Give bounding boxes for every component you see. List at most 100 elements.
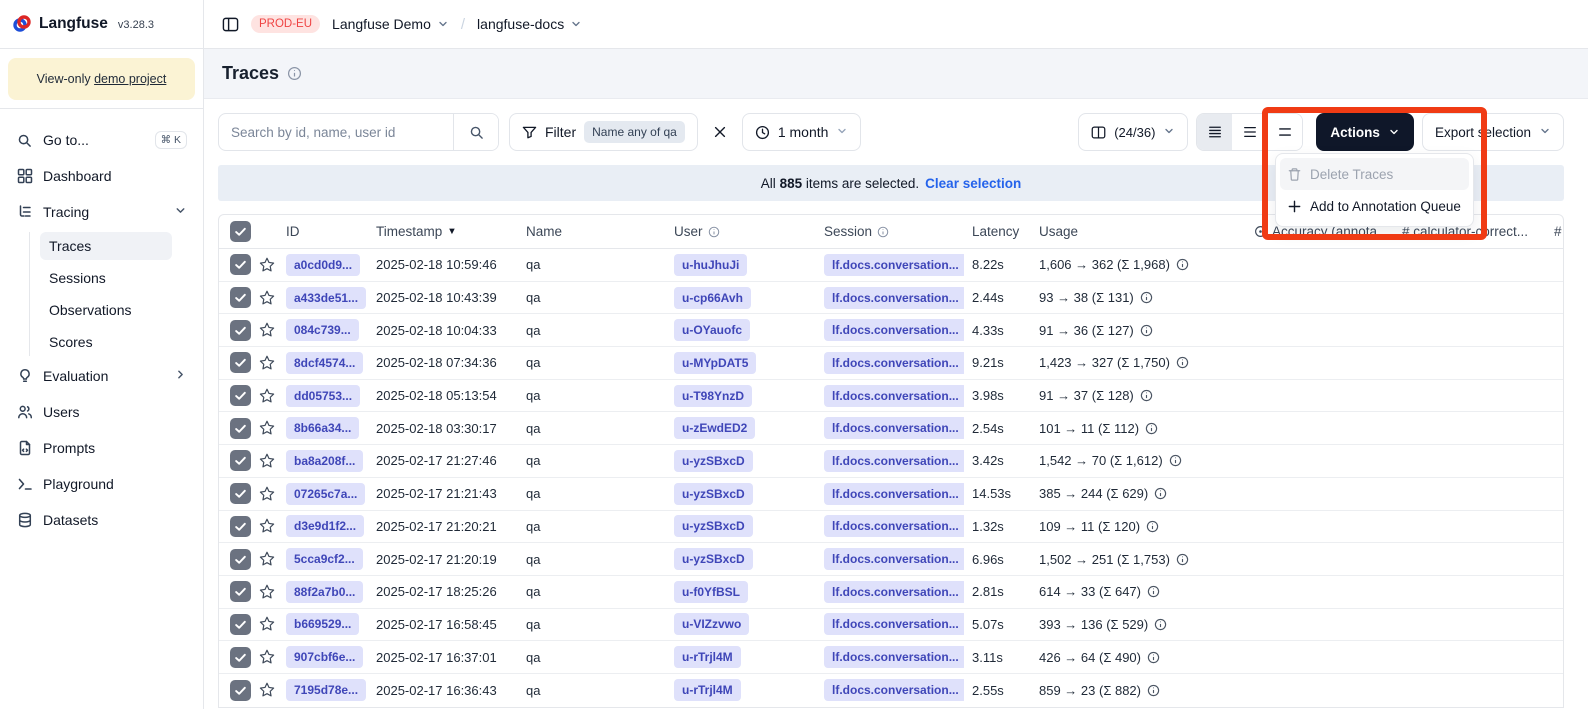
favorite-star-icon[interactable] [255, 387, 279, 405]
trace-id-badge[interactable]: b669529... [286, 613, 359, 635]
sidebar-item-users[interactable]: Users [8, 396, 195, 428]
export-selection-button[interactable]: Export selection [1422, 113, 1564, 151]
table-row[interactable]: 7195d78e... 2025-02-17 16:36:43 qa u-rTr… [219, 674, 1563, 707]
row-checkbox[interactable] [230, 320, 251, 341]
trace-id-badge[interactable]: dd05753... [286, 385, 360, 407]
user-badge[interactable]: u-rTrjl4M [674, 679, 741, 701]
header-extra[interactable]: # c [1546, 224, 1563, 239]
trace-id-badge[interactable]: 7195d78e... [286, 679, 366, 701]
row-checkbox[interactable] [230, 352, 251, 373]
user-badge[interactable]: u-huJhuJi [674, 254, 747, 276]
trace-id-badge[interactable]: 084c739... [286, 319, 359, 341]
row-checkbox[interactable] [230, 516, 251, 537]
header-session[interactable]: Session [816, 224, 964, 239]
table-row[interactable]: ba8a208f... 2025-02-17 21:27:46 qa u-yzS… [219, 445, 1563, 478]
actions-button[interactable]: Actions [1316, 113, 1414, 151]
trace-id-badge[interactable]: 8dcf4574... [286, 352, 363, 374]
sidebar-item-evaluation[interactable]: Evaluation [8, 360, 195, 392]
row-checkbox[interactable] [230, 680, 251, 701]
favorite-star-icon[interactable] [255, 452, 279, 470]
trace-id-badge[interactable]: a0cd0d9... [286, 254, 360, 276]
row-height-small-button[interactable] [1197, 114, 1232, 150]
row-checkbox[interactable] [230, 385, 251, 406]
user-badge[interactable]: u-yzSBxcD [674, 450, 753, 472]
sidebar-item-scores[interactable]: Scores [40, 328, 172, 356]
row-checkbox[interactable] [230, 647, 251, 668]
trace-id-badge[interactable]: 5cca9cf2... [286, 548, 363, 570]
table-row[interactable]: 084c739... 2025-02-18 10:04:33 qa u-OYau… [219, 314, 1563, 347]
header-latency[interactable]: Latency [964, 224, 1031, 239]
user-badge[interactable]: u-yzSBxcD [674, 548, 753, 570]
favorite-star-icon[interactable] [255, 681, 279, 699]
table-row[interactable]: a0cd0d9... 2025-02-18 10:59:46 qa u-huJh… [219, 249, 1563, 282]
session-badge[interactable]: lf.docs.conversation... [824, 352, 964, 374]
row-checkbox[interactable] [230, 418, 251, 439]
select-all-checkbox[interactable] [230, 221, 251, 242]
sidebar-toggle-icon[interactable] [222, 16, 239, 33]
sidebar-item-sessions[interactable]: Sessions [40, 264, 172, 292]
session-badge[interactable]: lf.docs.conversation... [824, 548, 964, 570]
menu-item-add-to-annotation-queue[interactable]: Add to Annotation Queue [1280, 190, 1469, 222]
session-badge[interactable]: lf.docs.conversation... [824, 319, 964, 341]
table-row[interactable]: 8b66a34... 2025-02-18 03:30:17 qa u-zEwd… [219, 412, 1563, 445]
trace-id-badge[interactable]: ba8a208f... [286, 450, 363, 472]
menu-item-delete-traces[interactable]: Delete Traces [1280, 158, 1469, 190]
user-badge[interactable]: u-rTrjl4M [674, 646, 741, 668]
trace-id-badge[interactable]: 88f2a7b0... [286, 581, 363, 603]
sidebar-item-dashboard[interactable]: Dashboard [8, 160, 195, 192]
demo-project-link[interactable]: demo project [94, 72, 166, 86]
session-badge[interactable]: lf.docs.conversation... [824, 385, 964, 407]
table-row[interactable]: a433de51... 2025-02-18 10:43:39 qa u-cp6… [219, 282, 1563, 315]
sidebar-item-traces[interactable]: Traces [40, 232, 172, 260]
favorite-star-icon[interactable] [255, 517, 279, 535]
favorite-star-icon[interactable] [255, 256, 279, 274]
org-selector[interactable]: Langfuse Demo [332, 16, 449, 33]
table-row[interactable]: 07265c7a... 2025-02-17 21:21:43 qa u-yzS… [219, 478, 1563, 511]
sidebar-item-datasets[interactable]: Datasets [8, 504, 195, 536]
favorite-star-icon[interactable] [255, 419, 279, 437]
user-badge[interactable]: u-yzSBxcD [674, 483, 753, 505]
user-badge[interactable]: u-cp66Avh [674, 287, 751, 309]
user-badge[interactable]: u-zEwdED2 [674, 417, 755, 439]
favorite-star-icon[interactable] [255, 354, 279, 372]
favorite-star-icon[interactable] [255, 550, 279, 568]
favorite-star-icon[interactable] [255, 321, 279, 339]
trace-id-badge[interactable]: 907cbf6e... [286, 646, 363, 668]
session-badge[interactable]: lf.docs.conversation... [824, 483, 964, 505]
session-badge[interactable]: lf.docs.conversation... [824, 515, 964, 537]
table-row[interactable]: 8dcf4574... 2025-02-18 07:34:36 qa u-MYp… [219, 347, 1563, 380]
row-height-large-button[interactable] [1267, 114, 1302, 150]
table-row[interactable]: 88f2a7b0... 2025-02-17 18:25:26 qa u-f0Y… [219, 576, 1563, 609]
header-user[interactable]: User [666, 224, 816, 239]
filter-chip[interactable]: Name any of qa [584, 121, 685, 143]
user-badge[interactable]: u-VIZzvwo [674, 613, 749, 635]
row-checkbox[interactable] [230, 254, 251, 275]
session-badge[interactable]: lf.docs.conversation... [824, 613, 964, 635]
search-input[interactable] [219, 114, 453, 150]
trace-id-badge[interactable]: 8b66a34... [286, 417, 359, 439]
favorite-star-icon[interactable] [255, 485, 279, 503]
table-row[interactable]: d3e9d1f2... 2025-02-17 21:20:21 qa u-yzS… [219, 511, 1563, 544]
user-badge[interactable]: u-f0YfBSL [674, 581, 748, 603]
table-row[interactable]: 907cbf6e... 2025-02-17 16:37:01 qa u-rTr… [219, 641, 1563, 674]
columns-button[interactable]: (24/36) [1078, 113, 1188, 151]
clear-selection-link[interactable]: Clear selection [925, 176, 1021, 191]
header-usage[interactable]: Usage [1031, 224, 1246, 239]
user-badge[interactable]: u-MYpDAT5 [674, 352, 756, 374]
sidebar-item-tracing[interactable]: Tracing [8, 196, 195, 228]
session-badge[interactable]: lf.docs.conversation... [824, 450, 964, 472]
session-badge[interactable]: lf.docs.conversation... [824, 254, 964, 276]
table-row[interactable]: dd05753... 2025-02-18 05:13:54 qa u-T98Y… [219, 380, 1563, 413]
favorite-star-icon[interactable] [255, 583, 279, 601]
search-submit-button[interactable] [453, 114, 498, 150]
user-badge[interactable]: u-T98YnzD [674, 385, 752, 407]
row-height-medium-button[interactable] [1232, 114, 1267, 150]
row-checkbox[interactable] [230, 450, 251, 471]
clear-filter-icon[interactable] [708, 125, 732, 139]
project-selector[interactable]: langfuse-docs [477, 16, 582, 33]
header-timestamp[interactable]: Timestamp▼ [368, 224, 518, 239]
row-checkbox[interactable] [230, 614, 251, 635]
header-id[interactable]: ID [279, 224, 368, 239]
row-checkbox[interactable] [230, 549, 251, 570]
sidebar-item-prompts[interactable]: Prompts [8, 432, 195, 464]
